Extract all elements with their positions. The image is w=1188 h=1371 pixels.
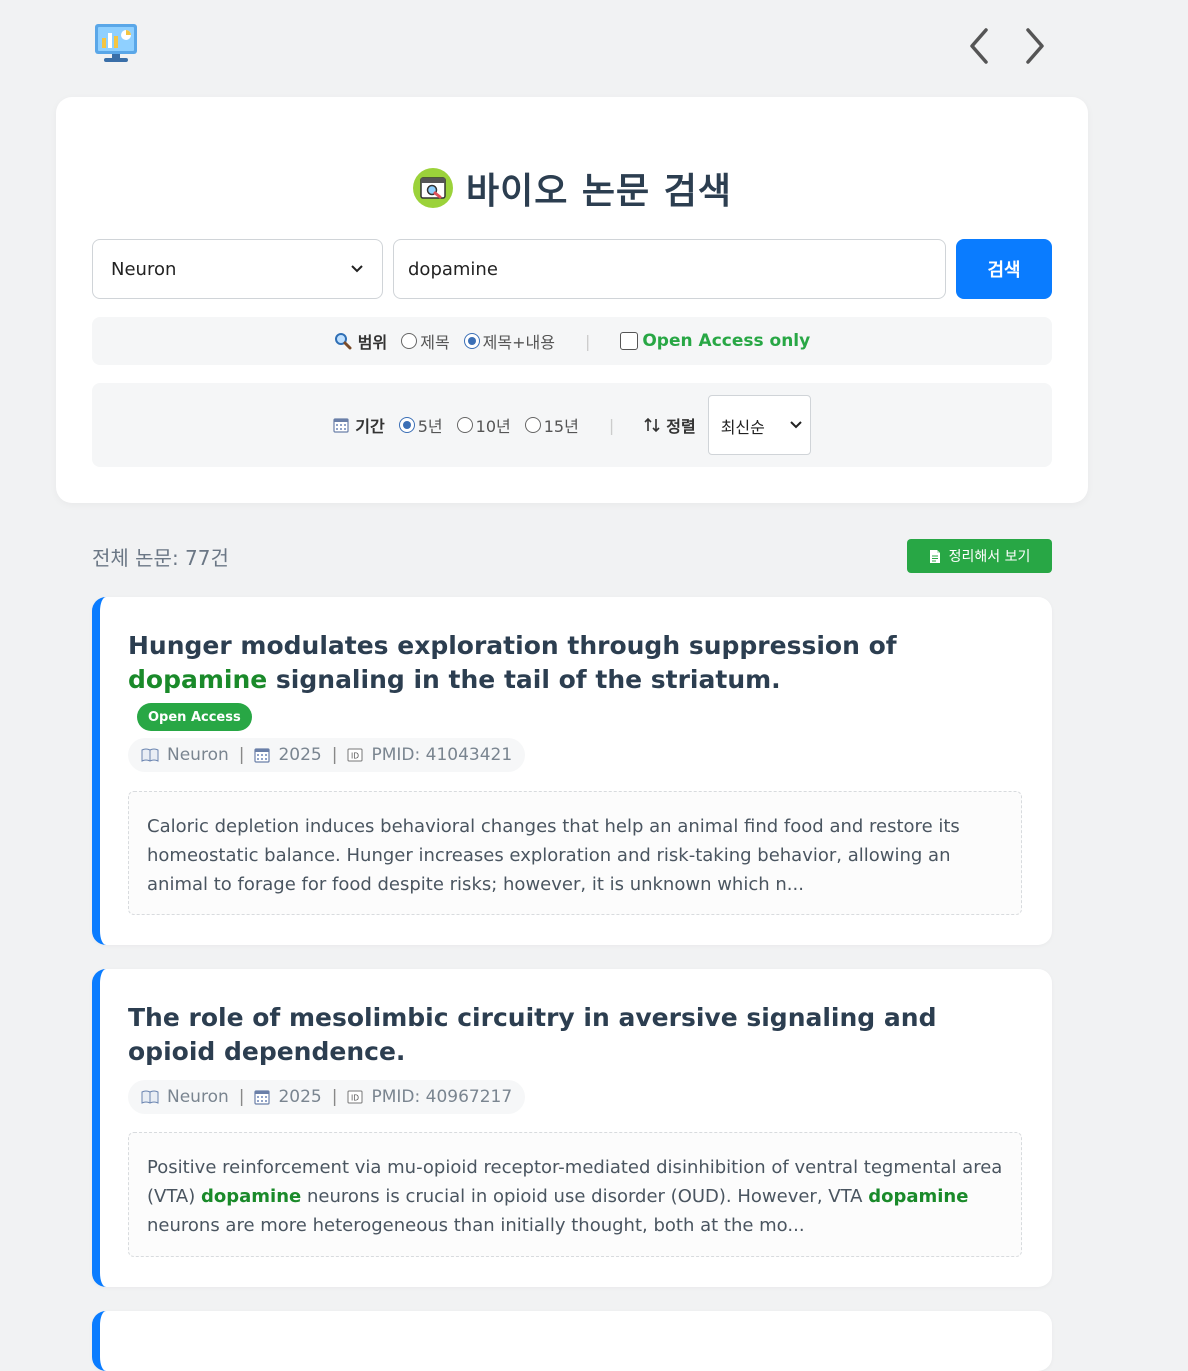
svg-text:ID: ID: [351, 1094, 359, 1103]
journal-select-value: Neuron: [111, 258, 177, 280]
magnifier-icon: [334, 333, 352, 350]
divider: |: [608, 415, 615, 435]
book-icon: [141, 748, 159, 762]
document-icon: [929, 549, 940, 563]
calendar-icon: [254, 1090, 271, 1105]
title-row: 바이오 논문 검색: [56, 162, 1088, 214]
keyword-highlight: dopamine: [128, 665, 268, 694]
period-filter-bar: 기간 5년 10년 15년 | 정렬 최신순: [92, 383, 1052, 467]
period-label: 기간: [355, 417, 385, 436]
radio-button-selected[interactable]: [398, 417, 415, 433]
scope-radio-title[interactable]: 제목: [401, 329, 450, 353]
period-radio-10y[interactable]: 10년: [456, 413, 511, 437]
search-browser-icon: [413, 168, 454, 208]
sort-select-value: 최신순: [720, 418, 765, 437]
open-access-label[interactable]: Open Access only: [642, 331, 810, 351]
open-access-checkbox[interactable]: [620, 332, 639, 350]
paper-journal: Neuron: [167, 745, 229, 765]
paper-title[interactable]: The role of mesolimbic circuitry in aver…: [128, 1001, 1022, 1069]
sort-arrows-icon: [644, 417, 660, 433]
paper-abstract: Positive reinforcement via mu-opioid rec…: [128, 1132, 1022, 1257]
svg-text:ID: ID: [351, 752, 359, 761]
calendar-icon: [333, 418, 349, 433]
paper-pmid: PMID: 41043421: [371, 745, 513, 765]
search-input-value: dopamine: [408, 258, 498, 280]
divider: |: [584, 331, 591, 351]
id-icon: ID: [347, 748, 363, 762]
scope-label: 범위: [357, 333, 388, 352]
paper-title[interactable]: Hunger modulates exploration through sup…: [128, 629, 1022, 697]
paper-card[interactable]: Hunger modulates exploration through sup…: [92, 597, 1052, 945]
monitor-dashboard-icon: [95, 24, 137, 62]
open-access-badge: Open Access: [137, 703, 252, 731]
radio-button-selected[interactable]: [463, 333, 480, 349]
period-radio-5y[interactable]: 5년: [398, 413, 443, 437]
chevron-down-icon: [351, 265, 363, 273]
paper-pmid: PMID: 40967217: [371, 1087, 513, 1107]
search-input[interactable]: dopamine: [393, 239, 946, 299]
search-panel: 바이오 논문 검색 Neuron dopamine 검색 범위 제목 제목+내용…: [56, 97, 1088, 503]
paper-card[interactable]: [92, 1311, 1052, 1371]
summary-view-button[interactable]: 정리해서 보기: [907, 539, 1052, 573]
journal-select[interactable]: Neuron: [92, 239, 383, 299]
radio-button[interactable]: [401, 333, 418, 349]
calendar-icon: [254, 748, 271, 763]
scope-radio-title-content[interactable]: 제목+내용: [463, 329, 555, 353]
chevron-down-icon: [789, 421, 802, 429]
paper-abstract: Caloric depletion induces behavioral cha…: [128, 791, 1022, 915]
paper-card[interactable]: The role of mesolimbic circuitry in aver…: [92, 969, 1052, 1287]
sort-select[interactable]: 최신순: [707, 395, 811, 455]
book-icon: [141, 1090, 159, 1104]
radio-button[interactable]: [524, 417, 541, 433]
paper-meta: Neuron | 2025 | ID PMID: 41043421: [128, 738, 526, 772]
scope-filter-bar: 범위 제목 제목+내용 | Open Access only: [92, 317, 1052, 365]
keyword-highlight: dopamine: [201, 1186, 302, 1207]
paper-journal: Neuron: [167, 1087, 229, 1107]
paper-year: 2025: [278, 745, 322, 765]
top-bar: [0, 0, 1188, 90]
keyword-highlight: dopamine: [868, 1186, 969, 1207]
radio-button[interactable]: [456, 417, 473, 433]
chevron-right-icon[interactable]: [1016, 26, 1052, 66]
paper-year: 2025: [278, 1087, 322, 1107]
id-icon: ID: [347, 1090, 363, 1104]
paper-meta: Neuron | 2025 | ID PMID: 40967217: [128, 1080, 526, 1114]
total-count: 전체 논문: 77건: [92, 546, 229, 570]
period-radio-15y[interactable]: 15년: [524, 413, 579, 437]
open-access-filter[interactable]: Open Access only: [620, 331, 810, 351]
page-title: 바이오 논문 검색: [466, 171, 732, 212]
sort-label: 정렬: [666, 417, 696, 436]
search-button[interactable]: 검색: [956, 239, 1052, 299]
chevron-left-icon[interactable]: [962, 26, 998, 66]
